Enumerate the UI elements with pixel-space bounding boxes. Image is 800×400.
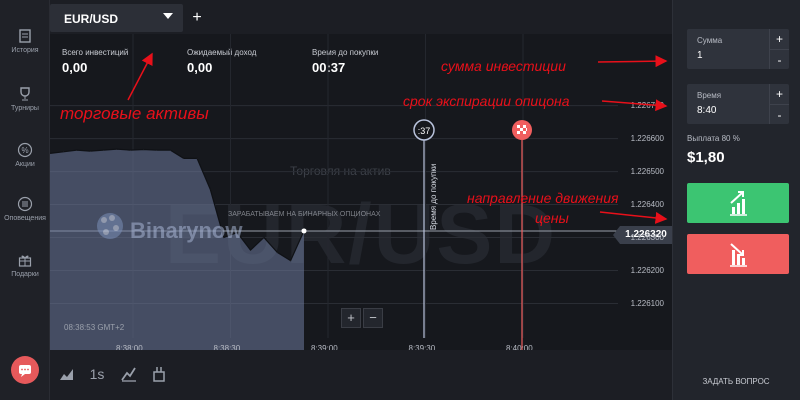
sidebar-item-label: Подарки xyxy=(11,271,39,278)
trophy-icon xyxy=(20,87,30,101)
left-sidebar: История Турниры % Акции Оповещения Подар… xyxy=(0,0,50,400)
chat-button[interactable] xyxy=(11,356,39,384)
zoom-in-button[interactable]: + xyxy=(341,308,361,328)
amount-value[interactable]: 1 xyxy=(697,50,703,61)
amount-decrease-button[interactable]: - xyxy=(769,49,789,69)
chart-type-button[interactable] xyxy=(56,364,78,386)
asset-tab-eurusd[interactable]: EUR/USD xyxy=(50,4,183,32)
logo-text: Binarynow xyxy=(130,218,243,243)
sidebar-item-label: История xyxy=(11,47,39,54)
amount-field[interactable]: Сумма 1 + - xyxy=(687,29,789,69)
sidebar-item-label: Турниры xyxy=(11,105,39,112)
annotation-price-direction-1: направление движения xyxy=(467,190,619,206)
zoom-out-button[interactable]: − xyxy=(363,308,383,328)
time-value[interactable]: 8:40 xyxy=(697,105,716,116)
indicators-icon xyxy=(153,367,165,382)
drawing-tools-button[interactable] xyxy=(118,364,140,386)
arrow-down-chart-icon xyxy=(730,243,747,267)
call-button[interactable] xyxy=(687,183,789,223)
asset-tab-bar: EUR/USD + xyxy=(50,0,672,34)
area-chart-icon xyxy=(60,369,73,380)
sidebar-item-label: Акции xyxy=(15,161,35,168)
sidebar-item-label: Оповещения xyxy=(4,215,46,222)
time-increase-button[interactable]: + xyxy=(769,84,789,104)
payout-label: Выплата 80 % xyxy=(687,134,740,143)
sidebar-item-gifts[interactable]: Подарки xyxy=(0,246,50,298)
time-field[interactable]: Время 8:40 + - xyxy=(687,84,789,124)
arrow-up-chart-icon xyxy=(730,191,747,216)
bottom-toolbar xyxy=(50,350,672,400)
y-tick-label: 1.226400 xyxy=(630,199,664,209)
sidebar-item-tournaments[interactable]: Турниры xyxy=(0,80,50,132)
price-point xyxy=(301,228,307,234)
put-button[interactable] xyxy=(687,234,789,274)
y-tick-label: 1.226600 xyxy=(630,133,664,143)
timeframe-button[interactable]: 1s xyxy=(86,366,108,388)
y-tick-label: 1.226300 xyxy=(630,232,664,242)
annotation-trading-assets: торговые активы xyxy=(60,104,209,123)
amount-label: Сумма xyxy=(697,36,723,45)
time-decrease-button[interactable]: - xyxy=(769,104,789,124)
sidebar-item-notifications[interactable]: Оповещения xyxy=(0,190,50,242)
sidebar-item-promotions[interactable]: % Акции xyxy=(0,136,50,188)
chat-icon xyxy=(19,365,31,377)
history-icon xyxy=(19,29,31,43)
annotation-price-direction-2: цены xyxy=(535,210,569,226)
time-label: Время xyxy=(697,91,722,100)
price-area-fill xyxy=(50,149,304,350)
sidebar-item-history[interactable]: История xyxy=(0,22,50,74)
percent-icon: % xyxy=(17,142,33,158)
asset-tab-label: EUR/USD xyxy=(64,12,119,26)
chevron-down-icon[interactable] xyxy=(163,13,173,19)
trade-panel: Сумма 1 + - Время 8:40 + - Выплата 80 % … xyxy=(672,0,800,400)
y-tick-label: 1.226200 xyxy=(630,265,664,275)
menu-icon xyxy=(17,196,33,212)
logo-sub-text: ЗАРАБАТЫВАЕМ НА БИНАРНЫХ ОПЦИОНАХ xyxy=(228,211,381,218)
indicators-button[interactable] xyxy=(148,364,170,386)
draw-tools-icon xyxy=(121,367,136,382)
gift-icon xyxy=(18,255,32,267)
amount-increase-button[interactable]: + xyxy=(769,29,789,49)
ask-question-button[interactable]: ЗАДАТЬ ВОПРОС xyxy=(672,368,800,400)
y-tick-label: 1.226100 xyxy=(630,298,664,308)
annotation-investment-amount: сумма инвестиции xyxy=(441,58,566,74)
purchase-timer-text: :37 xyxy=(418,126,431,136)
add-asset-tab-button[interactable]: + xyxy=(184,4,210,32)
svg-text:%: % xyxy=(21,146,28,155)
y-tick-label: 1.226700 xyxy=(630,100,664,110)
payout-value: $1,80 xyxy=(687,149,725,166)
purchase-line-label: Время до покупки xyxy=(429,164,438,230)
y-tick-label: 1.226500 xyxy=(630,166,664,176)
server-time: 08:38:53 GMT+2 xyxy=(64,323,125,332)
annotation-expiration-time: срок экспирации опицона xyxy=(403,93,570,109)
